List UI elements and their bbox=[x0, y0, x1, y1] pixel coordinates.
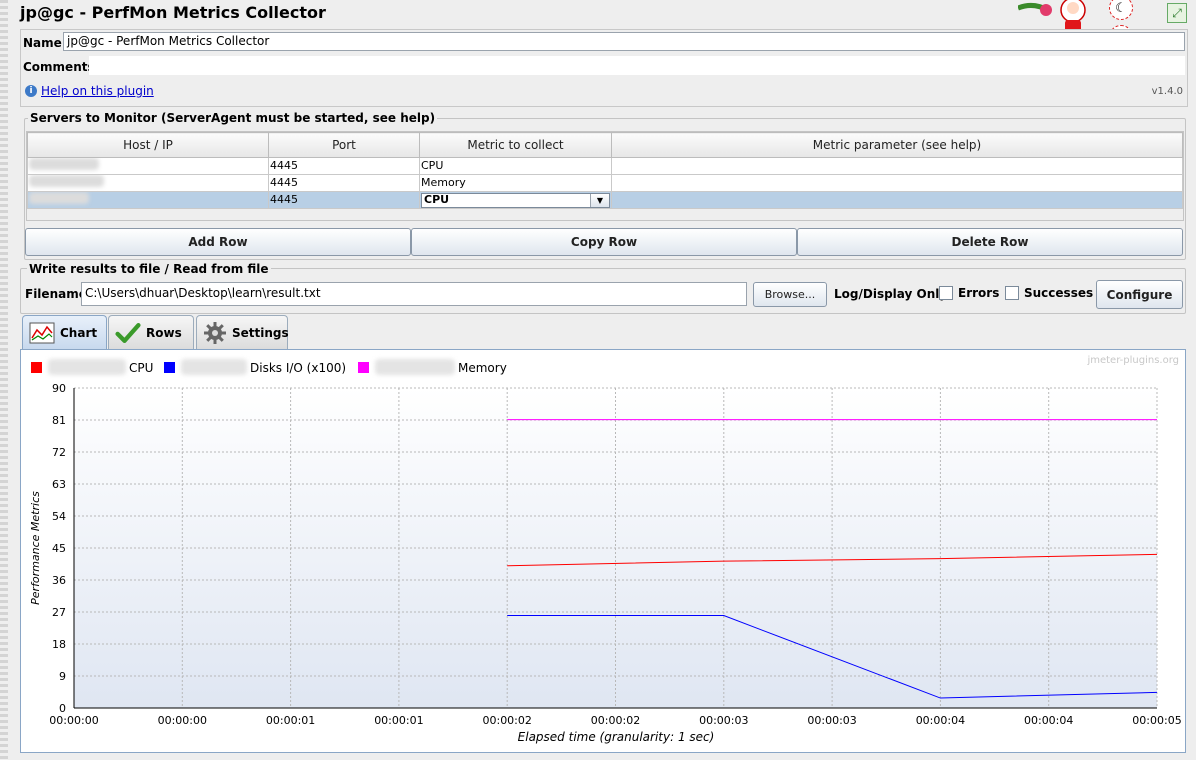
y-tick-label: 27 bbox=[52, 606, 66, 619]
legend-redacted-host bbox=[181, 359, 247, 375]
y-tick-label: 36 bbox=[52, 574, 66, 587]
name-label: Name: bbox=[23, 36, 67, 50]
y-axis-title: Performance Metrics bbox=[29, 491, 42, 605]
tab-settings-label: Settings bbox=[232, 325, 289, 340]
log-display-label: Log/Display Only: bbox=[834, 287, 952, 301]
errors-checkbox[interactable] bbox=[939, 286, 953, 300]
y-tick-label: 9 bbox=[59, 670, 66, 683]
plugin-info-panel: Name: jp@gc - PerfMon Metrics Collector … bbox=[20, 29, 1188, 107]
host-cell[interactable] bbox=[27, 157, 269, 175]
x-tick-label: 00:00:03 bbox=[699, 714, 748, 727]
legend-label: Memory bbox=[458, 361, 507, 375]
tab-chart-label: Chart bbox=[60, 325, 98, 340]
window-edge bbox=[0, 0, 8, 760]
y-tick-label: 81 bbox=[52, 414, 66, 427]
column-header-metric[interactable]: Metric to collect bbox=[419, 132, 612, 158]
metric-dropdown-value: CPU bbox=[424, 193, 450, 206]
x-tick-label: 00:00:04 bbox=[916, 714, 965, 727]
legend-swatch bbox=[358, 362, 369, 373]
x-tick-label: 00:00:00 bbox=[49, 714, 98, 727]
x-tick-label: 00:00:01 bbox=[374, 714, 423, 727]
table-row[interactable]: 4445 CPU bbox=[27, 157, 1183, 175]
name-field[interactable]: jp@gc - PerfMon Metrics Collector bbox=[63, 32, 1185, 51]
chart-icon bbox=[29, 322, 55, 344]
y-tick-label: 54 bbox=[52, 510, 66, 523]
tab-settings[interactable]: Settings bbox=[196, 315, 289, 349]
metric-cell[interactable]: Memory bbox=[419, 174, 612, 192]
x-tick-label: 00:00:00 bbox=[158, 714, 207, 727]
errors-label: Errors bbox=[958, 286, 1000, 300]
x-tick-label: 00:00:01 bbox=[266, 714, 315, 727]
port-cell[interactable]: 4445 bbox=[268, 174, 420, 192]
servers-table-container: Host / IP Port Metric to collect Metric … bbox=[26, 131, 1184, 221]
version-label: v1.4.0 bbox=[1151, 86, 1183, 97]
errors-checkbox-row[interactable]: Errors bbox=[939, 286, 999, 300]
chevron-down-icon[interactable]: ▼ bbox=[590, 193, 609, 207]
comments-label: Comments: bbox=[23, 60, 100, 74]
parameter-cell[interactable] bbox=[611, 174, 1183, 192]
x-tick-label: 00:00:05 bbox=[1132, 714, 1181, 727]
delete-row-button[interactable]: Delete Row bbox=[797, 228, 1183, 256]
chart-panel: 0 9 18 27 36 45 54 63 72 81 90 00:00:00 00:00:00 00:0… bbox=[20, 349, 1186, 753]
servers-group: Servers to Monitor (ServerAgent must be … bbox=[24, 111, 1186, 260]
x-tick-label: 00:00:04 bbox=[1024, 714, 1073, 727]
expand-icon[interactable]: ⤢ bbox=[1167, 3, 1187, 23]
tab-chart[interactable]: Chart bbox=[22, 315, 107, 349]
servers-table: Host / IP Port Metric to collect Metric … bbox=[27, 132, 1183, 209]
y-tick-label: 18 bbox=[52, 638, 66, 651]
parameter-cell[interactable] bbox=[611, 157, 1183, 175]
successes-checkbox[interactable] bbox=[1005, 286, 1019, 300]
column-header-parameter[interactable]: Metric parameter (see help) bbox=[611, 132, 1183, 158]
browse-button[interactable]: Browse... bbox=[753, 282, 827, 307]
parameter-cell[interactable] bbox=[611, 191, 1183, 209]
legend-swatch bbox=[31, 362, 42, 373]
column-header-port[interactable]: Port bbox=[268, 132, 420, 158]
tab-rows[interactable]: Rows bbox=[108, 315, 194, 349]
y-tick-label: 45 bbox=[52, 542, 66, 555]
legend-redacted-host bbox=[48, 359, 126, 375]
gear-icon bbox=[203, 321, 227, 344]
file-group: Write results to file / Read from file F… bbox=[20, 262, 1186, 314]
metric-cell[interactable]: CPU bbox=[419, 157, 612, 175]
moon-icon[interactable]: ☾ bbox=[1109, 0, 1133, 20]
checkmark-icon bbox=[115, 322, 141, 344]
port-cell[interactable]: 4445 bbox=[268, 191, 420, 209]
host-cell[interactable] bbox=[27, 174, 269, 192]
configure-button[interactable]: Configure bbox=[1096, 280, 1183, 309]
successes-label: Successes bbox=[1024, 286, 1094, 300]
chart-svg: 0918273645546372819000:00:00 00:00:00 00:0… bbox=[29, 355, 1182, 744]
legend-label: CPU bbox=[129, 361, 153, 375]
port-cell[interactable]: 4445 bbox=[268, 157, 420, 175]
legend-label: Disks I/O (x100) bbox=[250, 361, 346, 375]
x-axis-title: Elapsed time (granularity: 1 sec) bbox=[518, 730, 715, 744]
copy-row-button[interactable]: Copy Row bbox=[411, 228, 797, 256]
legend-redacted-host bbox=[375, 359, 455, 375]
filename-label: Filename bbox=[25, 287, 87, 301]
add-row-button[interactable]: Add Row bbox=[25, 228, 411, 256]
y-tick-label: 63 bbox=[52, 478, 66, 491]
successes-checkbox-row[interactable]: Successes bbox=[1005, 286, 1093, 300]
host-cell[interactable] bbox=[27, 191, 269, 209]
page-title: jp@gc - PerfMon Metrics Collector bbox=[20, 3, 326, 22]
y-tick-label: 72 bbox=[52, 446, 66, 459]
x-tick-label: 00:00:02 bbox=[591, 714, 640, 727]
x-tick-label: 00:00:03 bbox=[807, 714, 856, 727]
table-row[interactable]: 4445 Memory bbox=[27, 174, 1183, 192]
comments-field[interactable] bbox=[89, 56, 1185, 75]
chart-watermark: jmeter-plugins.org bbox=[1086, 355, 1179, 366]
filename-field[interactable]: C:\Users\dhuar\Desktop\learn\result.txt bbox=[81, 282, 747, 306]
metric-dropdown-cell[interactable]: CPU ▼ bbox=[419, 191, 612, 209]
column-header-host[interactable]: Host / IP bbox=[27, 132, 269, 158]
help-link[interactable]: Help on this plugin bbox=[41, 84, 154, 98]
legend-swatch bbox=[164, 362, 175, 373]
y-tick-label: 90 bbox=[52, 382, 66, 395]
info-icon: i bbox=[25, 85, 37, 97]
table-row-selected[interactable]: 4445 CPU ▼ bbox=[27, 191, 1183, 209]
x-tick-label: 00:00:02 bbox=[482, 714, 531, 727]
file-group-title: Write results to file / Read from file bbox=[27, 262, 271, 276]
servers-group-title: Servers to Monitor (ServerAgent must be … bbox=[28, 111, 438, 125]
help-row: i Help on this plugin bbox=[25, 84, 154, 98]
tab-rows-label: Rows bbox=[146, 325, 182, 340]
